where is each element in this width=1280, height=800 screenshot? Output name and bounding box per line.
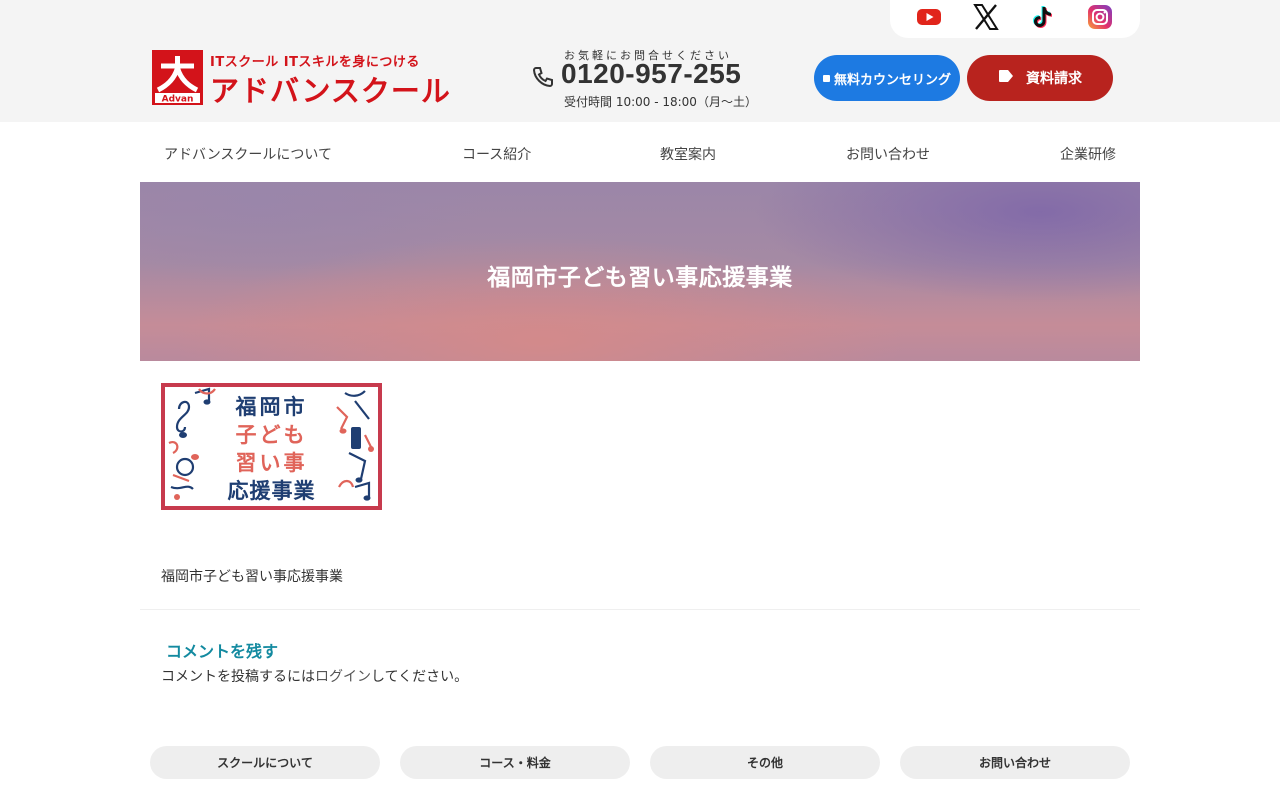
sns-bar	[890, 0, 1140, 38]
phone-contact: お気軽にお問合せください 0120-957-255 受付時間 10:00 - 1…	[530, 46, 757, 110]
attachment-caption: 福岡市子ども習い事応援事業	[161, 569, 343, 585]
login-link[interactable]: ログイン	[315, 669, 371, 685]
youtube-icon[interactable]	[916, 4, 942, 30]
counsel-bullet-icon	[822, 74, 830, 82]
page-title: 福岡市子ども習い事応援事業	[487, 265, 793, 291]
page-hero: 福岡市子ども習い事応援事業	[140, 182, 1140, 361]
x-icon[interactable]	[973, 4, 999, 30]
documents-label: 資料請求	[1026, 71, 1082, 87]
advan-logo-mark: Advan	[152, 50, 203, 105]
logo-name: アドバンスクール	[210, 74, 451, 108]
free-counseling-button[interactable]: 無料カウンセリング	[814, 55, 960, 101]
banner-line: 福岡市	[235, 395, 308, 419]
nav-item-contact[interactable]: お問い合わせ	[846, 144, 930, 164]
phone-number[interactable]: 0120-957-255	[561, 58, 741, 90]
nav-item-classrooms[interactable]: 教室案内	[660, 144, 716, 164]
comment-heading: コメントを残す	[166, 642, 279, 661]
banner-text: 福岡市 子ども 習い事 応援事業	[165, 393, 378, 505]
nav-item-about[interactable]: アドバンスクールについて	[164, 144, 332, 164]
footer-tab-about-school[interactable]: スクールについて	[150, 746, 380, 779]
support-program-banner[interactable]: 福岡市 子ども 習い事 応援事業	[161, 383, 382, 510]
nav-item-courses[interactable]: コース紹介	[462, 144, 531, 164]
banner-line: 習い事	[235, 451, 308, 475]
site-logo[interactable]: Advan ITスクール ITスキルを身につける アドバンスクール	[152, 50, 452, 108]
site-header: Advan ITスクール ITスキルを身につける アドバンスクール お気軽にお問…	[0, 0, 1280, 122]
counsel-label: 無料カウンセリング	[833, 72, 951, 88]
tag-icon	[998, 69, 1014, 87]
nav-item-corporate-training[interactable]: 企業研修	[1060, 144, 1116, 164]
section-divider	[140, 609, 1140, 610]
comment-text-before: コメントを投稿するには	[161, 669, 315, 685]
tiktok-icon[interactable]	[1030, 4, 1056, 30]
footer-tab-courses-pricing[interactable]: コース・料金	[400, 746, 630, 779]
instagram-icon[interactable]	[1087, 4, 1113, 30]
banner-line: 応援事業	[227, 479, 316, 503]
phone-hours: 受付時間 10:00 - 18:00（月〜土）	[564, 95, 757, 109]
comment-login-notice: コメントを投稿するにはログインしてください。	[161, 666, 468, 686]
request-documents-button[interactable]: 資料請求	[967, 55, 1113, 101]
footer-tab-other[interactable]: その他	[650, 746, 880, 779]
global-nav: アドバンスクールについて コース紹介 教室案内 お問い合わせ 企業研修	[140, 122, 1140, 182]
banner-line: 子ども	[235, 423, 308, 447]
svg-text:Advan: Advan	[162, 95, 194, 105]
comment-text-after: してください。	[371, 669, 469, 685]
footer-tab-contact[interactable]: お問い合わせ	[900, 746, 1130, 779]
phone-icon	[532, 66, 554, 88]
